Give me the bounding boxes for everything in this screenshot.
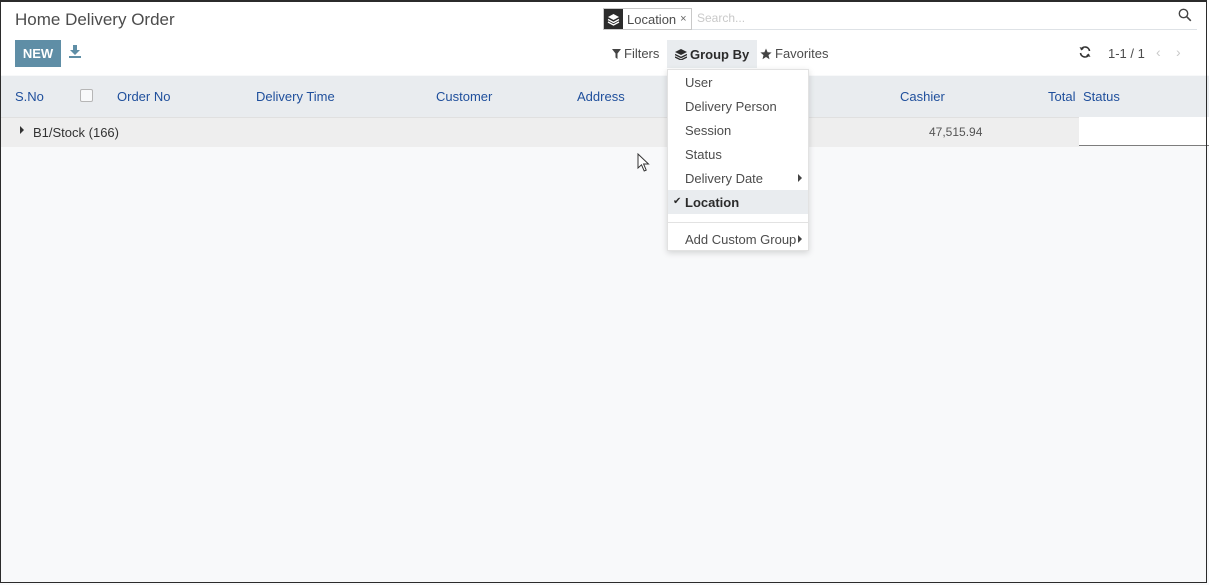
column-customer[interactable]: Customer	[436, 89, 492, 104]
table-header: S.No Order No Delivery Time Customer Add…	[0, 76, 1209, 117]
pager-value[interactable]: 1-1 / 1	[1108, 46, 1145, 61]
layers-icon	[675, 48, 687, 60]
group-by-option-user[interactable]: User	[668, 70, 808, 94]
favorites-label: Favorites	[775, 46, 829, 61]
option-label: User	[685, 74, 713, 90]
refresh-icon[interactable]	[1079, 46, 1092, 59]
column-order-no[interactable]: Order No	[117, 89, 170, 104]
group-by-button[interactable]: Group By	[667, 40, 758, 68]
search-bar: Location ×	[603, 7, 1197, 30]
page-title: Home Delivery Order	[15, 10, 175, 29]
caret-right-icon	[798, 235, 802, 243]
select-all-checkbox[interactable]	[80, 89, 93, 102]
column-status[interactable]: Status	[1083, 89, 1120, 104]
group-status-cell	[1079, 117, 1209, 146]
caret-right-icon	[798, 174, 802, 182]
caret-right-icon	[20, 126, 24, 134]
pager-next-button[interactable]: ›	[1176, 44, 1181, 60]
group-row[interactable]: B1/Stock (166) 47,515.94	[0, 117, 1079, 147]
pager-prev-button[interactable]: ‹	[1156, 44, 1161, 60]
favorites-button[interactable]: Favorites	[760, 46, 828, 61]
close-icon[interactable]: ×	[680, 13, 690, 25]
option-label: Delivery Person	[685, 98, 777, 114]
filters-button[interactable]: Filters	[612, 46, 659, 61]
column-sno[interactable]: S.No	[15, 89, 44, 104]
search-icon[interactable]	[1178, 8, 1194, 24]
check-icon: ✔	[673, 196, 682, 207]
star-icon	[760, 48, 772, 60]
search-input[interactable]	[695, 10, 1169, 26]
group-by-dropdown: User Delivery Person Session Status Deli…	[667, 69, 809, 251]
group-by-option-location[interactable]: ✔ Location	[668, 190, 808, 214]
option-label: Session	[685, 122, 732, 138]
group-label: B1/Stock (166)	[33, 125, 119, 140]
control-panel: Home Delivery Order NEW Location × Searc…	[0, 0, 1209, 75]
mouse-cursor-icon	[637, 153, 651, 173]
filter-icon	[612, 48, 621, 59]
add-custom-group-option[interactable]: Add Custom Group	[668, 227, 808, 251]
download-icon[interactable]	[68, 44, 84, 60]
group-total: 47,515.94	[929, 125, 983, 139]
search-facet-label: Location	[627, 11, 677, 27]
menu-divider	[668, 222, 808, 223]
search-facet-location: Location ×	[603, 8, 692, 30]
layers-icon	[604, 9, 623, 29]
column-total[interactable]: Total	[1048, 89, 1075, 104]
option-label: Status	[685, 146, 722, 162]
filters-label: Filters	[624, 46, 660, 61]
group-by-option-session[interactable]: Session	[668, 118, 808, 142]
column-cashier[interactable]: Cashier	[900, 89, 945, 104]
group-by-label: Group By	[690, 46, 750, 62]
new-button[interactable]: NEW	[15, 40, 61, 67]
option-label: Location	[685, 194, 740, 210]
group-by-option-delivery-date[interactable]: Delivery Date	[668, 166, 808, 190]
group-by-option-status[interactable]: Status	[668, 142, 808, 166]
group-by-option-delivery-person[interactable]: Delivery Person	[668, 94, 808, 118]
column-address[interactable]: Address	[577, 89, 625, 104]
column-delivery-time[interactable]: Delivery Time	[256, 89, 335, 104]
option-label: Add Custom Group	[685, 231, 797, 247]
option-label: Delivery Date	[685, 170, 764, 186]
